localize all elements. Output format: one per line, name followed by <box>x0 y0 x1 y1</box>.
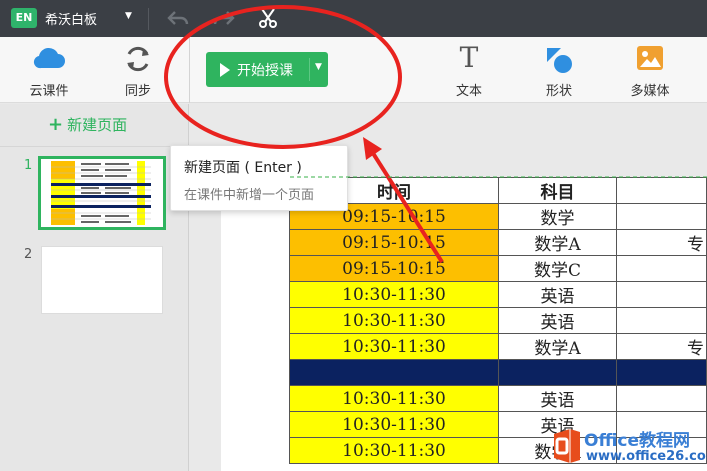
table-row: 09:15-10:15 数学 <box>288 203 707 230</box>
text-tool-icon: T <box>459 41 479 74</box>
slide-thumbnail-1[interactable] <box>38 156 166 230</box>
subject-cell: 数学A <box>498 229 618 256</box>
app-logo: EN <box>11 8 37 28</box>
time-cell <box>288 359 500 386</box>
table-row: 10:30-11:30 英语 <box>288 307 707 334</box>
sync-label: 同步 <box>124 84 151 99</box>
time-cell: 09:15-10:15 <box>288 229 500 256</box>
slide-number: 2 <box>24 247 33 262</box>
shape-tool-label: 形状 <box>545 84 572 99</box>
time-cell: 10:30-11:30 <box>288 307 500 334</box>
panel-divider <box>0 146 189 147</box>
subject-cell <box>498 359 618 386</box>
time-cell: 10:30-11:30 <box>288 411 500 438</box>
redo-icon[interactable] <box>212 6 236 30</box>
subject-cell: 英语 <box>498 281 618 308</box>
table-row <box>288 359 707 386</box>
extra-cell <box>616 359 707 386</box>
table-row: 09:15-10:15 数学C <box>288 255 707 282</box>
watermark-brand: Office教程网 <box>584 431 691 451</box>
table-row: 10:30-11:30 数学A 专 <box>288 333 707 360</box>
shape-icon <box>547 48 572 73</box>
title-divider <box>148 8 149 30</box>
table-row: 10:30-11:30 英语 <box>288 281 707 308</box>
app-title: 希沃白板 <box>45 13 98 28</box>
chevron-down-icon[interactable]: ▼ <box>315 62 322 72</box>
toolbar-divider <box>189 37 190 103</box>
main-toolbar: 云课件 同步 开始授课 ▼ T 文本 形状 多媒体 <box>0 37 707 103</box>
start-teaching-label: 开始授课 <box>237 63 293 79</box>
image-icon <box>637 46 663 70</box>
extra-cell <box>616 307 707 334</box>
extra-cell <box>616 385 707 412</box>
new-page-button[interactable]: + 新建页面 <box>48 114 127 135</box>
table-row: 09:15-10:15 数学A 专 <box>288 229 707 256</box>
text-tool-label: 文本 <box>455 84 482 99</box>
shape-tool-button[interactable]: 形状 <box>534 37 584 103</box>
cloud-courseware-label: 云课件 <box>29 84 69 99</box>
table-header-row: 时间 科目 <box>288 177 707 204</box>
media-tool-button[interactable]: 多媒体 <box>622 37 678 103</box>
subject-cell: 数学A <box>498 333 618 360</box>
extra-cell: 专 <box>616 229 707 256</box>
undo-icon[interactable] <box>166 6 190 30</box>
title-bar: EN 希沃白板 ▼ <box>0 0 707 37</box>
new-page-label: 新建页面 <box>67 116 128 134</box>
extra-cell <box>616 281 707 308</box>
extra-cell <box>616 255 707 282</box>
start-teaching-button[interactable]: 开始授课 ▼ <box>206 52 328 87</box>
time-cell: 10:30-11:30 <box>288 281 500 308</box>
new-page-tooltip: 新建页面 ( Enter ) 在课件中新增一个页面 <box>170 145 348 211</box>
slide-thumbnail-preview <box>41 159 163 227</box>
time-cell: 10:30-11:30 <box>288 437 500 464</box>
tooltip-description: 在课件中新增一个页面 <box>184 188 315 203</box>
subject-cell: 数学C <box>498 255 618 282</box>
time-cell: 10:30-11:30 <box>288 333 500 360</box>
header-subject: 科目 <box>498 177 618 204</box>
sync-button[interactable]: 同步 <box>110 37 166 103</box>
watermark-url: www.office26.com <box>586 449 707 464</box>
extra-cell: 专 <box>616 333 707 360</box>
plus-icon: + <box>48 114 64 135</box>
watermark: Office教程网 www.office26.com <box>548 420 707 471</box>
text-tool-button[interactable]: T 文本 <box>444 37 494 103</box>
media-tool-label: 多媒体 <box>630 84 670 99</box>
time-cell: 10:30-11:30 <box>288 385 500 412</box>
play-icon <box>220 63 230 77</box>
subject-cell: 英语 <box>498 385 618 412</box>
cloud-courseware-button[interactable]: 云课件 <box>18 37 80 103</box>
slide-thumbnail-2[interactable] <box>41 246 163 314</box>
table-row: 10:30-11:30 英语 <box>288 385 707 412</box>
cloud-icon <box>33 47 65 69</box>
extra-cell <box>616 203 707 230</box>
sync-icon <box>127 46 149 72</box>
chevron-down-icon[interactable]: ▼ <box>125 11 132 21</box>
header-extra <box>616 177 707 204</box>
office-logo-icon <box>554 429 580 463</box>
slide-panel: + 新建页面 1 2 <box>0 104 189 471</box>
slide-number: 1 <box>24 158 33 173</box>
tooltip-title: 新建页面 ( Enter ) <box>184 160 302 176</box>
scissors-icon[interactable] <box>256 6 280 30</box>
subject-cell: 英语 <box>498 307 618 334</box>
button-split-divider <box>309 58 310 81</box>
subject-cell: 数学 <box>498 203 618 230</box>
time-cell: 09:15-10:15 <box>288 255 500 282</box>
